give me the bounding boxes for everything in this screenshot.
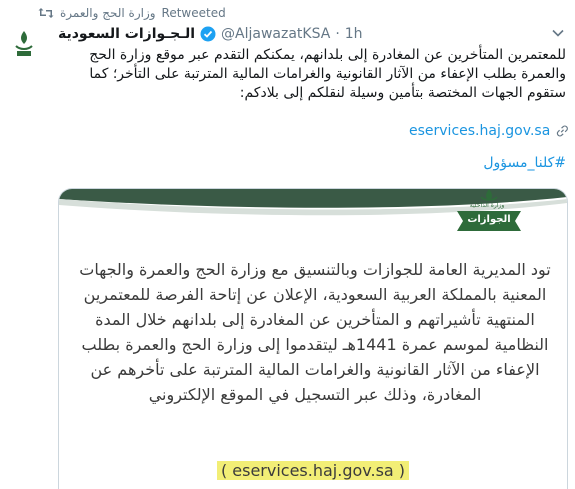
display-name[interactable]: الـجـوازات السعودية <box>58 26 195 42</box>
retweet-context[interactable]: وزارة الحج والعمرة Retweeted <box>38 6 226 20</box>
verified-badge-icon <box>200 26 216 42</box>
retweet-label: Retweeted <box>161 6 226 20</box>
chevron-down-icon[interactable] <box>551 26 565 40</box>
link-icon <box>557 125 569 137</box>
card-logo-subtext: وزارة الداخلية <box>469 202 505 209</box>
hashtag-link[interactable]: #كلنا_مسؤول <box>483 155 566 171</box>
card-body-text: تود المديرية العامة للجوازات وبالتنسيق م… <box>79 260 551 404</box>
timestamp[interactable]: 1h <box>345 26 363 42</box>
user-handle[interactable]: @AljawazatKSA <box>221 26 330 42</box>
tweet-link[interactable]: eservices.haj.gov.sa <box>409 123 550 139</box>
card-website: ( eservices.haj.gov.sa ) <box>59 461 567 480</box>
retweet-icon <box>38 8 54 18</box>
tweet-media-card[interactable]: وزارة الداخلية الجوازات تود المديرية الع… <box>58 188 568 489</box>
time-separator: · <box>335 26 340 42</box>
card-website-text: ( eservices.haj.gov.sa ) <box>216 461 410 480</box>
card-logo-text: الجوازات <box>467 214 511 225</box>
avatar[interactable] <box>8 28 40 60</box>
retweet-account[interactable]: وزارة الحج والعمرة <box>60 6 156 20</box>
tweet-link-row[interactable]: eservices.haj.gov.sa <box>409 121 569 141</box>
tweet-text: للمعتمرين المتأخرين عن المغادرة إلى بلدا… <box>89 47 566 101</box>
tweet-header: الـجـوازات السعودية @AljawazatKSA · 1h <box>58 26 565 42</box>
